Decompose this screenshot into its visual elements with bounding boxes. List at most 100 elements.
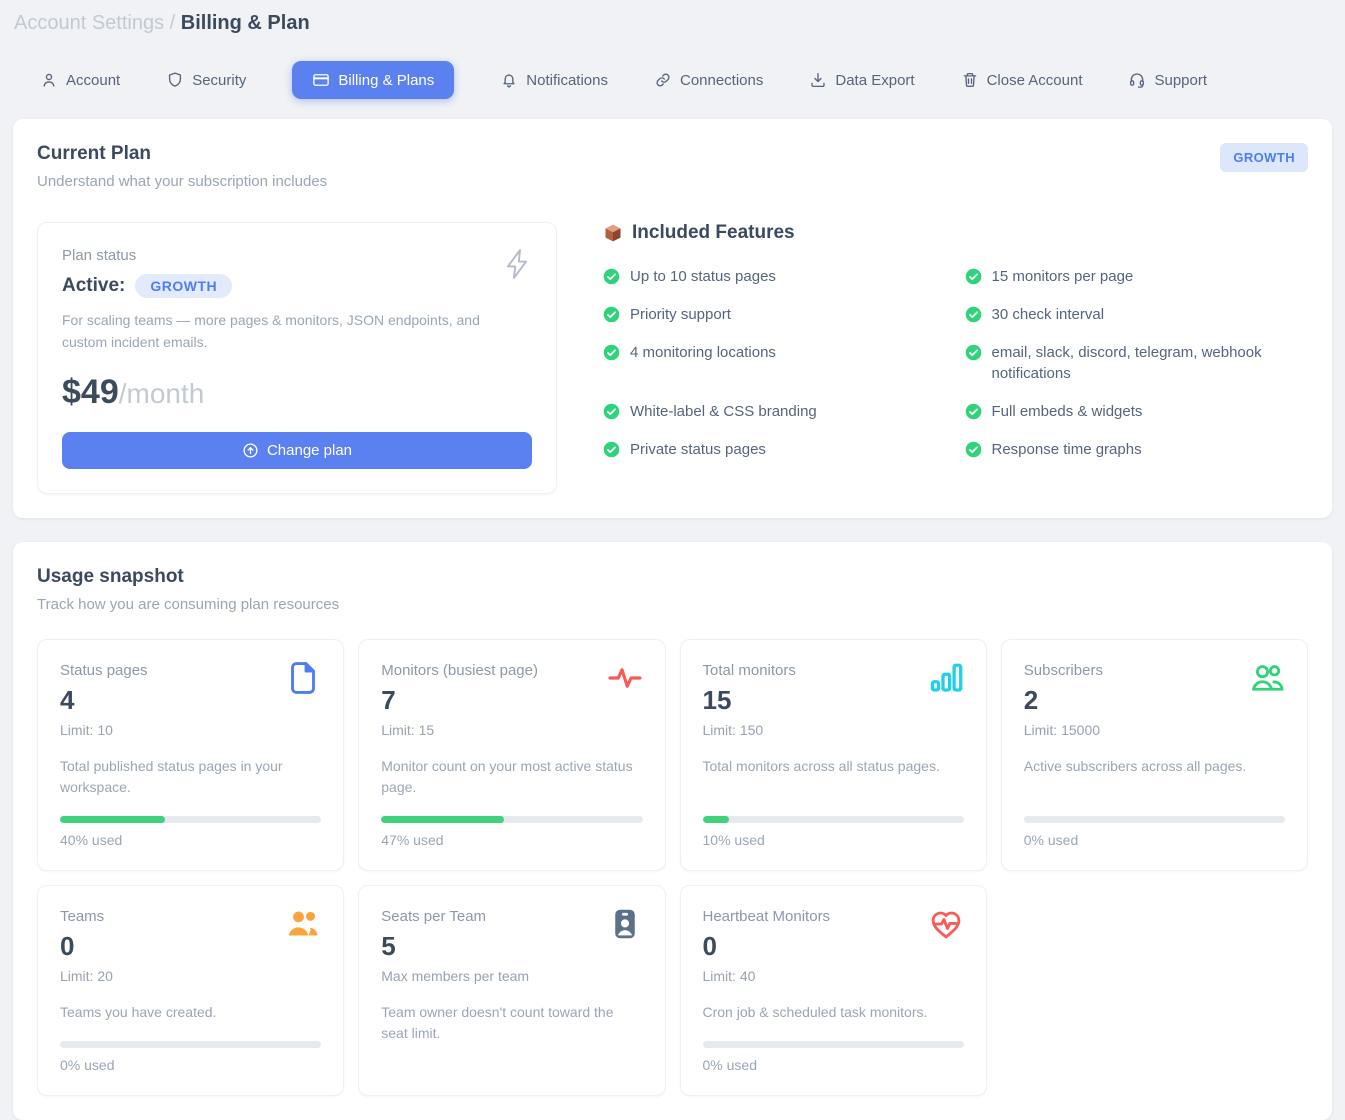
usage-progress-bar [1024, 816, 1285, 823]
feature-label: 4 monitoring locations [630, 342, 776, 364]
usage-card-limit: Limit: 15 [381, 722, 642, 738]
usage-card-value: 0 [60, 931, 321, 962]
usage-card-footer: 40% used [60, 798, 321, 848]
usage-card-description: Active subscribers across all pages. [1024, 756, 1285, 777]
usage-progress-bar [60, 816, 321, 823]
usage-percent-label: 0% used [1024, 832, 1285, 848]
file-icon [285, 660, 321, 696]
tab-notifications[interactable]: Notifications [500, 67, 608, 93]
feature-item-15-monitors-per-page: 15 monitors per page [965, 266, 1305, 288]
usage-progress-fill [703, 816, 729, 823]
usage-card-value: 7 [381, 685, 642, 716]
usage-card-monitors-busiest-page: Monitors (busiest page)7Limit: 15Monitor… [358, 639, 665, 871]
usage-card-subscribers: Subscribers2Limit: 15000Active subscribe… [1001, 639, 1308, 871]
shield-icon [166, 71, 184, 89]
plan-active-badge: GROWTH [135, 274, 232, 298]
tab-support[interactable]: Support [1128, 67, 1207, 93]
feature-item-30-check-interval: 30 check interval [965, 304, 1305, 326]
tab-label: Account [66, 72, 120, 89]
feature-label: email, slack, discord, telegram, webhook… [992, 342, 1305, 386]
bar-chart-icon [928, 660, 964, 696]
users-outline-icon [1249, 660, 1285, 696]
usage-percent-label: 40% used [60, 832, 321, 848]
feature-item-private-status-pages: Private status pages [603, 439, 943, 461]
tab-account[interactable]: Account [40, 67, 120, 93]
usage-percent-label: 10% used [703, 832, 964, 848]
feature-label: Up to 10 status pages [630, 266, 776, 288]
usage-percent-label: 0% used [60, 1057, 321, 1073]
plan-price-row: $49/month [62, 373, 532, 412]
plan-tier-badge: GROWTH [1220, 143, 1308, 172]
feature-label: Response time graphs [992, 439, 1142, 461]
usage-card-footer: 0% used [1024, 798, 1285, 848]
arrow-up-circle-icon [242, 442, 259, 459]
usage-card-limit: Max members per team [381, 968, 642, 984]
usage-progress-bar [381, 816, 642, 823]
feature-label: 30 check interval [992, 304, 1105, 326]
usage-card-limit: Limit: 20 [60, 968, 321, 984]
usage-progress-fill [381, 816, 504, 823]
usage-card-footer: 0% used [60, 1023, 321, 1073]
usage-card-value: 5 [381, 931, 642, 962]
feature-item-full-embeds-widgets: Full embeds & widgets [965, 401, 1305, 423]
check-circle-icon [965, 401, 982, 420]
lightning-bolt-icon [502, 247, 532, 286]
package-icon [603, 223, 623, 243]
current-plan-subtitle: Understand what your subscription includ… [37, 173, 327, 190]
check-circle-icon [603, 439, 620, 458]
pulse-icon [607, 660, 643, 696]
user-icon [40, 71, 58, 89]
usage-card-label: Monitors (busiest page) [381, 662, 642, 679]
credit-card-icon [312, 71, 330, 89]
plan-description: For scaling teams — more pages & monitor… [62, 310, 482, 353]
usage-card-footer: 0% used [703, 1023, 964, 1073]
usage-card-label: Heartbeat Monitors [703, 908, 964, 925]
check-circle-icon [965, 342, 982, 361]
usage-card-value: 15 [703, 685, 964, 716]
usage-card-value: 2 [1024, 685, 1285, 716]
id-badge-icon [607, 906, 643, 942]
tab-label: Support [1154, 72, 1207, 89]
bell-icon [500, 71, 518, 89]
usage-card-heartbeat-monitors: Heartbeat Monitors0Limit: 40Cron job & s… [680, 885, 987, 1096]
tab-billing-plans[interactable]: Billing & Plans [292, 61, 454, 99]
breadcrumb: Account Settings / Billing & Plan [0, 0, 1345, 35]
usage-card-description: Team owner doesn't count toward the seat… [381, 1002, 642, 1044]
usage-subtitle: Track how you are consuming plan resourc… [37, 596, 1308, 613]
usage-card-seats-per-team: Seats per Team5Max members per teamTeam … [358, 885, 665, 1096]
tab-label: Notifications [526, 72, 608, 89]
usage-snapshot-panel: Usage snapshot Track how you are consumi… [13, 542, 1332, 1120]
features-title: Included Features [632, 222, 795, 244]
link-icon [654, 71, 672, 89]
included-features: Included Features Up to 10 status pages 1… [603, 222, 1308, 461]
usage-card-value: 4 [60, 685, 321, 716]
tab-close-account[interactable]: Close Account [961, 67, 1083, 93]
tab-data-export[interactable]: Data Export [809, 67, 914, 93]
usage-card-value: 0 [703, 931, 964, 962]
plan-price-period: /month [119, 378, 205, 409]
feature-label: Priority support [630, 304, 731, 326]
feature-item-4-monitoring-locations: 4 monitoring locations [603, 342, 943, 386]
tab-security[interactable]: Security [166, 67, 246, 93]
plan-active-text: Active: [62, 275, 125, 297]
check-circle-icon [603, 401, 620, 420]
feature-item-up-to-10-status-pages: Up to 10 status pages [603, 266, 943, 288]
headset-icon [1128, 71, 1146, 89]
tab-label: Data Export [835, 72, 914, 89]
plan-status-label: Plan status [62, 247, 532, 264]
usage-card-limit: Limit: 10 [60, 722, 321, 738]
breadcrumb-section[interactable]: Account Settings / [14, 12, 175, 34]
usage-progress-bar [703, 1041, 964, 1048]
feature-label: 15 monitors per page [992, 266, 1134, 288]
usage-card-limit: Limit: 150 [703, 722, 964, 738]
check-circle-icon [603, 342, 620, 361]
usage-card-limit: Limit: 15000 [1024, 722, 1285, 738]
tab-connections[interactable]: Connections [654, 67, 763, 93]
download-icon [809, 71, 827, 89]
feature-label: White-label & CSS branding [630, 401, 817, 423]
usage-percent-label: 0% used [703, 1057, 964, 1073]
usage-card-teams: Teams0Limit: 20Teams you have created.0%… [37, 885, 344, 1096]
check-circle-icon [965, 439, 982, 458]
usage-card-footer: 10% used [703, 798, 964, 848]
change-plan-button[interactable]: Change plan [62, 432, 532, 469]
